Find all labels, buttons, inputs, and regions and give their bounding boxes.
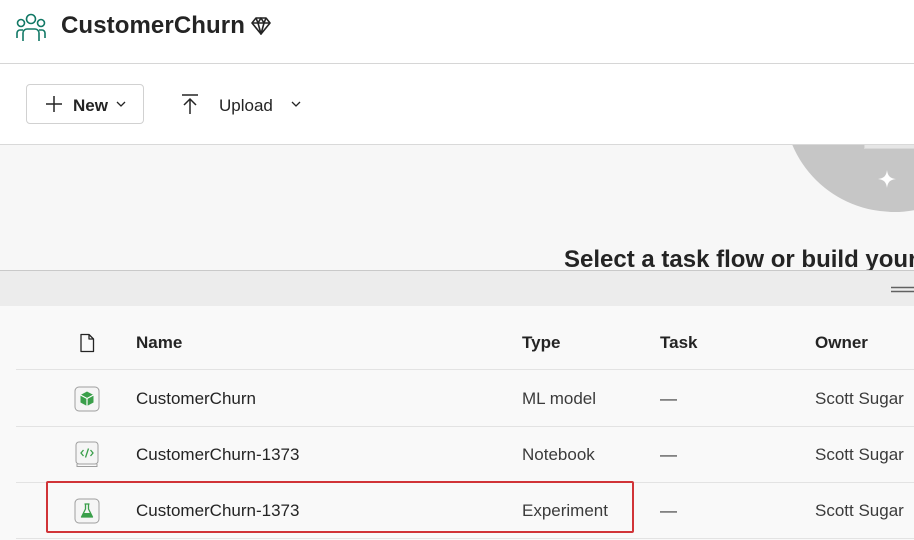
item-type: Notebook bbox=[522, 444, 595, 464]
table-row[interactable]: CustomerChurn ML model — Scott Sugar bbox=[16, 371, 914, 427]
column-header-name[interactable]: Name bbox=[136, 316, 182, 369]
new-button-label: New bbox=[73, 96, 108, 115]
item-type: Experiment bbox=[522, 500, 608, 520]
item-task: — bbox=[660, 388, 677, 408]
items-table: Name Type Task Owner CustomerChurn ML mo… bbox=[0, 306, 914, 540]
column-header-owner[interactable]: Owner bbox=[815, 316, 868, 369]
item-owner: Scott Sugar bbox=[815, 444, 904, 464]
column-header-type[interactable]: Type bbox=[522, 316, 560, 369]
item-owner: Scott Sugar bbox=[815, 388, 904, 408]
toolbar: New Upload bbox=[0, 64, 914, 145]
upload-button[interactable]: Upload bbox=[170, 84, 320, 124]
task-flow-panel: Select a task flow or build your bbox=[0, 145, 914, 270]
workspace-header: CustomerChurn bbox=[0, 0, 914, 64]
experiment-icon bbox=[74, 498, 100, 523]
item-owner: Scott Sugar bbox=[815, 500, 904, 520]
item-name[interactable]: CustomerChurn bbox=[136, 371, 256, 426]
plus-icon bbox=[46, 96, 62, 112]
chevron-down-icon bbox=[116, 101, 126, 107]
item-type: ML model bbox=[522, 388, 597, 408]
table-row[interactable]: CustomerChurn-1373 Experiment — Scott Su… bbox=[16, 483, 914, 539]
sparkle-icon bbox=[878, 170, 896, 188]
task-flow-heading: Select a task flow or build your bbox=[564, 246, 914, 270]
item-task: — bbox=[660, 500, 677, 520]
panel-splitter[interactable] bbox=[0, 270, 914, 306]
column-header-icon[interactable] bbox=[72, 316, 102, 369]
drag-handle-icon[interactable] bbox=[891, 286, 914, 293]
diamond-icon[interactable] bbox=[250, 15, 272, 37]
item-task: — bbox=[660, 444, 677, 464]
workspace-title: CustomerChurn bbox=[61, 12, 245, 39]
notebook-icon bbox=[75, 441, 99, 467]
task-flow-illustration-card bbox=[864, 145, 914, 149]
item-name[interactable]: CustomerChurn-1373 bbox=[136, 483, 299, 538]
table-row[interactable]: CustomerChurn-1373 Notebook — Scott Suga… bbox=[16, 427, 914, 483]
file-icon bbox=[80, 333, 95, 352]
chevron-down-icon bbox=[291, 101, 301, 107]
upload-arrow-icon bbox=[182, 94, 198, 114]
ml-model-icon bbox=[74, 386, 100, 411]
new-button[interactable]: New bbox=[26, 84, 144, 124]
table-header: Name Type Task Owner bbox=[16, 316, 914, 370]
workspace-people-icon bbox=[16, 13, 46, 41]
column-header-task[interactable]: Task bbox=[660, 316, 698, 369]
item-name[interactable]: CustomerChurn-1373 bbox=[136, 427, 299, 482]
upload-button-label: Upload bbox=[219, 96, 273, 115]
